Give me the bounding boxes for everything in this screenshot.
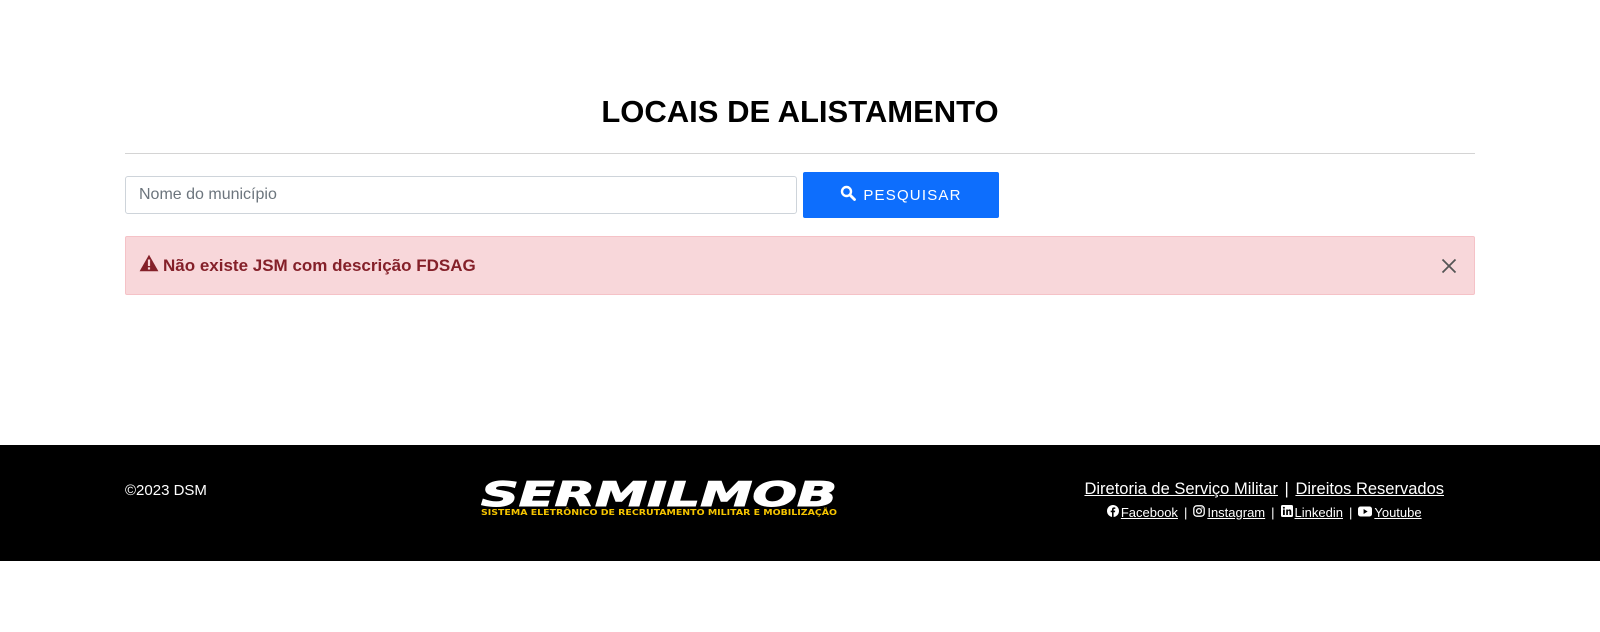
instagram-link[interactable]: Instagram [1193,505,1265,520]
facebook-link[interactable]: Facebook [1106,505,1178,520]
facebook-label: Facebook [1120,505,1178,520]
title-divider [125,153,1475,154]
linkedin-link[interactable]: Linkedin [1280,505,1343,520]
youtube-link[interactable]: Youtube [1358,505,1422,520]
close-icon[interactable] [1438,255,1460,277]
facebook-icon [1106,505,1119,520]
alert-message: Não existe JSM com descrição FDSAG [163,255,476,275]
copyright-text: ©2023 DSM [125,482,207,499]
search-button[interactable]: PESQUISAR [803,172,999,218]
municipality-search-input[interactable] [125,176,797,214]
youtube-label: Youtube [1374,505,1422,520]
search-icon [840,185,857,205]
social-separator: | [1183,505,1188,520]
directorate-link[interactable]: Diretoria de Serviço Militar [1084,480,1277,498]
sermilmob-logo: SERMILMOB SISTEMA ELETRÔNICO DE RECRUTAM… [478,475,840,518]
link-separator: | [1284,480,1289,498]
linkedin-label: Linkedin [1294,505,1343,520]
page-title: LOCAIS DE ALISTAMENTO [601,94,999,129]
footer-links: Diretoria de Serviço Militar | Direitos … [1084,480,1444,520]
linkedin-icon [1280,505,1293,520]
instagram-label: Instagram [1207,505,1266,520]
error-alert: Não existe JSM com descrição FDSAG [125,236,1475,295]
social-separator: | [1348,505,1353,520]
logo-sub-text: SISTEMA ELETRÔNICO DE RECRUTAMENTO MILIT… [481,506,837,517]
youtube-icon [1358,505,1373,520]
social-separator: | [1271,505,1275,520]
search-button-label: PESQUISAR [863,186,962,204]
footer: ©2023 DSM SERMILMOB SISTEMA ELETRÔNICO D… [0,445,1600,561]
instagram-icon [1193,505,1206,520]
warning-triangle-icon [139,254,159,277]
rights-link[interactable]: Direitos Reservados [1295,480,1444,498]
